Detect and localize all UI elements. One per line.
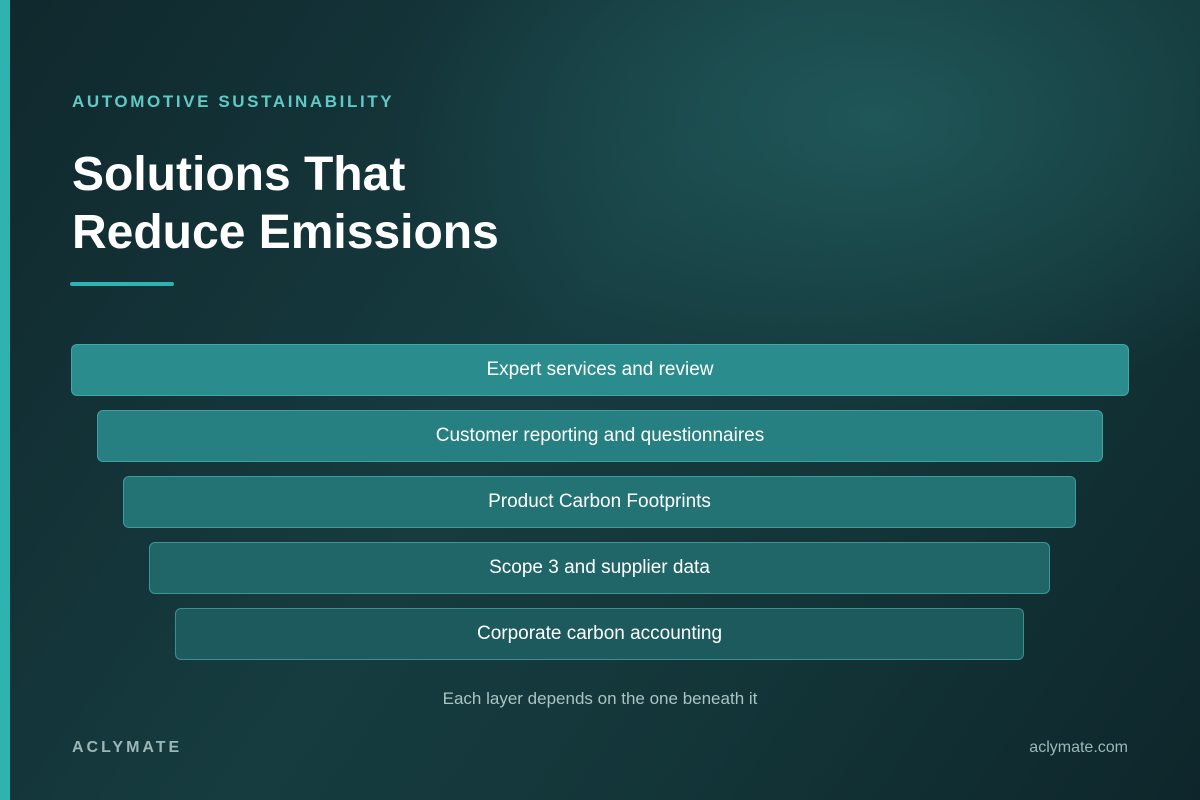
layer-label: Customer reporting and questionnaires [435, 425, 765, 446]
layer-label: Scope 3 and supplier data [489, 557, 710, 578]
website-url: aclymate.com [1029, 739, 1128, 756]
layer-scope-3-supplier-data: Scope 3 and supplier data [149, 542, 1050, 594]
title-line-2: Reduce Emissions [72, 206, 499, 259]
layer-product-carbon-footprints: Product Carbon Footprints [123, 476, 1076, 528]
title-line-1: Solutions That [72, 148, 406, 201]
page-title: Solutions That Reduce Emissions [72, 146, 499, 262]
layer-customer-reporting: Customer reporting and questionnaires [97, 410, 1103, 462]
slide: AUTOMOTIVE SUSTAINABILITY Solutions That… [0, 0, 1200, 800]
layer-corporate-carbon-accounting: Corporate carbon accounting [175, 608, 1024, 660]
layer-expert-services: Expert services and review [71, 344, 1129, 396]
left-accent-bar [0, 0, 10, 800]
brand-logo-text: ACLYMATE [72, 739, 183, 756]
eyebrow-label: AUTOMOTIVE SUSTAINABILITY [72, 92, 395, 111]
layer-label: Product Carbon Footprints [488, 491, 711, 512]
layer-label: Expert services and review [486, 359, 714, 380]
pyramid-caption: Each layer depends on the one beneath it [442, 689, 758, 708]
layer-label: Corporate carbon accounting [476, 623, 723, 644]
title-underline [70, 282, 174, 286]
